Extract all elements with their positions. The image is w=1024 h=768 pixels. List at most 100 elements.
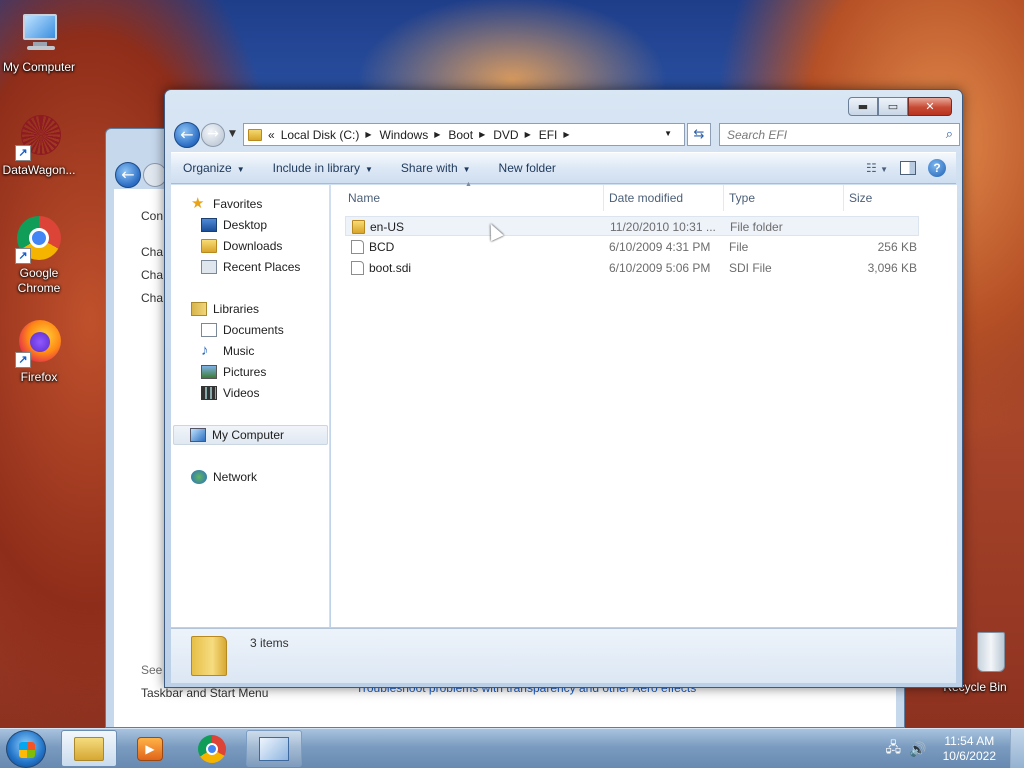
help-icon[interactable]: ?: [928, 159, 946, 177]
preview-pane-icon[interactable]: [900, 161, 916, 175]
desktop-icon-label: DataWagon...: [2, 163, 76, 177]
share-with-button[interactable]: Share with ▼: [401, 161, 471, 175]
breadcrumb-efi[interactable]: EFI: [539, 128, 558, 142]
desktop-icon-my-computer[interactable]: My Computer: [1, 10, 77, 75]
network-status-icon[interactable]: 🖧: [886, 737, 902, 761]
clock-date: 10/6/2022: [942, 749, 996, 763]
desktop-icon-datawagon[interactable]: ↗ DataWagon...: [1, 113, 77, 178]
start-button[interactable]: [6, 730, 46, 768]
breadcrumb-local-disk[interactable]: Local Disk (C:): [281, 128, 360, 142]
documents-icon: [201, 323, 217, 337]
nav-desktop[interactable]: Desktop: [201, 215, 267, 235]
breadcrumb-arrow-icon[interactable]: ▶: [434, 130, 440, 139]
folder-icon: [352, 220, 365, 234]
nav-documents[interactable]: Documents: [201, 320, 284, 340]
file-row-bcd[interactable]: BCD 6/10/2009 4:31 PM File 256 KB: [345, 237, 919, 257]
folder-icon: [248, 128, 262, 141]
nav-recent-places[interactable]: Recent Places: [201, 257, 300, 277]
nav-label: Favorites: [213, 197, 263, 211]
navigation-pane: ★ Favorites Desktop Downloads Recent Plac…: [171, 185, 330, 627]
file-row-en-us[interactable]: en-US 11/20/2010 10:31 ... File folder: [345, 216, 919, 236]
search-icon[interactable]: ⌕: [946, 126, 953, 142]
address-bar[interactable]: « Local Disk (C:) ▶ Windows ▶ Boot ▶ DVD ▶ E…: [243, 123, 685, 146]
nav-label: Documents: [223, 323, 284, 337]
file-icon: [351, 240, 364, 254]
breadcrumb-arrow-icon[interactable]: ▶: [525, 130, 531, 139]
breadcrumb-boot[interactable]: Boot: [448, 128, 473, 142]
new-folder-button[interactable]: New folder: [499, 161, 556, 175]
minimize-button[interactable]: ▬: [848, 97, 878, 116]
taskbar-media-player[interactable]: ▶: [122, 730, 178, 767]
nav-label: Music: [223, 344, 255, 358]
refresh-button[interactable]: ⇆: [687, 123, 711, 146]
clock[interactable]: 11:54 AM 10/6/2022: [943, 734, 996, 764]
taskbar-chrome[interactable]: [184, 730, 240, 767]
include-in-library-label: Include in library: [272, 161, 360, 175]
share-with-label: Share with: [400, 161, 458, 175]
nav-label: Recent Places: [223, 260, 301, 274]
view-controls: ☷ ▼ ?: [866, 159, 946, 177]
column-header-size[interactable]: Size: [843, 185, 921, 211]
taskbar-explorer[interactable]: [61, 730, 117, 767]
new-folder-label: New folder: [498, 161, 556, 175]
file-size: 256 KB: [877, 240, 917, 254]
explorer-window[interactable]: ▬ ▭ ✕ ← → ▼ « Local Disk (C:) ▶ Windows ▶ …: [164, 89, 963, 688]
file-icon: [351, 261, 364, 275]
system-tray: 🖧 🔊 11:54 AM 10/6/2022: [886, 729, 1024, 768]
desktop-icon-firefox[interactable]: ↗ Firefox: [1, 320, 77, 385]
include-in-library-button[interactable]: Include in library ▼: [273, 161, 373, 175]
nav-network[interactable]: Network: [191, 467, 257, 487]
breadcrumb-arrow-icon[interactable]: ▶: [479, 130, 485, 139]
nav-downloads[interactable]: Downloads: [201, 236, 282, 256]
file-type: SDI File: [729, 261, 772, 275]
back-button[interactable]: ←: [115, 162, 141, 188]
column-header-date-modified[interactable]: Date modified: [603, 185, 724, 211]
nav-videos[interactable]: Videos: [201, 383, 259, 403]
column-header-type[interactable]: Type: [723, 185, 844, 211]
computer-icon: [15, 10, 63, 58]
file-type: File folder: [730, 220, 783, 234]
recent-pages-dropdown[interactable]: ▼: [229, 129, 236, 139]
organize-label: Organize: [183, 161, 232, 175]
details-pane: 3 items: [171, 628, 956, 683]
show-desktop-button[interactable]: [1010, 729, 1024, 768]
desktop-icon-label: Google Chrome: [17, 266, 61, 295]
music-icon: ♪: [201, 342, 209, 359]
search-input[interactable]: Search EFI ⌕: [719, 123, 960, 146]
computer-icon: [190, 428, 206, 442]
forward-button[interactable]: →: [201, 123, 225, 147]
taskbar: ▶ 🖧 🔊 11:54 AM 10/6/2022: [0, 728, 1024, 768]
breadcrumb-arrow-icon[interactable]: ▶: [563, 130, 569, 139]
file-list[interactable]: ▲ Name Date modified Type Size en-US 11/…: [331, 181, 957, 627]
back-button[interactable]: ←: [174, 122, 200, 148]
desktop-icon-google-chrome[interactable]: ↗ Google Chrome: [1, 216, 77, 296]
background-text[interactable]: Cha: [141, 268, 163, 282]
nav-libraries[interactable]: Libraries: [191, 299, 259, 319]
nav-music[interactable]: ♪ Music: [201, 341, 254, 361]
file-size: 3,096 KB: [867, 261, 917, 275]
breadcrumb-windows[interactable]: Windows: [380, 128, 429, 142]
maximize-button[interactable]: ▭: [878, 97, 908, 116]
address-dropdown-icon[interactable]: ▼: [664, 129, 672, 138]
nav-favorites[interactable]: ★ Favorites: [191, 194, 262, 214]
background-text[interactable]: Cha: [141, 245, 163, 259]
nav-my-computer[interactable]: My Computer: [173, 425, 328, 445]
breadcrumb-dvd[interactable]: DVD: [493, 128, 518, 142]
datawagon-icon: ↗: [15, 113, 63, 161]
background-link[interactable]: Taskbar and Start Menu: [141, 686, 268, 700]
nav-pictures[interactable]: Pictures: [201, 362, 266, 382]
close-button[interactable]: ✕: [908, 97, 952, 116]
desktop-icon: [201, 218, 217, 232]
breadcrumb-arrow-icon[interactable]: ▶: [365, 130, 371, 139]
organize-button[interactable]: Organize ▼: [183, 161, 245, 175]
file-row-boot-sdi[interactable]: boot.sdi 6/10/2009 5:06 PM SDI File 3,09…: [345, 258, 919, 278]
taskbar-control-panel[interactable]: [246, 730, 302, 767]
background-text[interactable]: Cha: [141, 291, 163, 305]
change-view-icon[interactable]: ☷ ▼: [866, 161, 888, 175]
column-header-name[interactable]: Name: [342, 185, 604, 211]
nav-label: Pictures: [223, 365, 267, 379]
nav-label: Desktop: [223, 218, 268, 232]
breadcrumb-overflow[interactable]: «: [268, 128, 275, 142]
volume-icon[interactable]: 🔊: [909, 741, 926, 758]
explorer-icon: [74, 736, 104, 761]
